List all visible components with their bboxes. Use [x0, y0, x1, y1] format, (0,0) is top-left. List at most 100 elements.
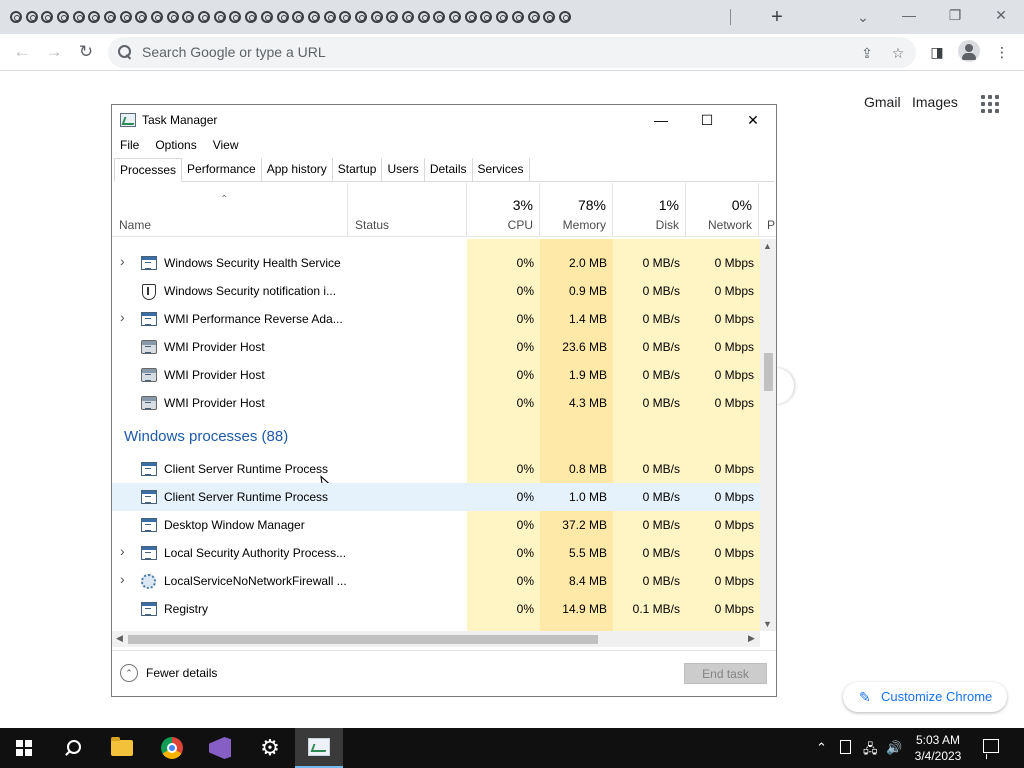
- table-row[interactable]: WMI Provider Host 0% 23.6 MB 0 MB/s 0 Mbps: [112, 333, 760, 361]
- new-tab-button[interactable]: +: [766, 6, 788, 28]
- table-row[interactable]: Registry 0% 14.9 MB 0.1 MB/s 0 Mbps: [112, 595, 760, 623]
- volume-icon[interactable]: 🔊: [886, 740, 902, 756]
- tab-favicon-icon[interactable]: [541, 9, 557, 25]
- table-row[interactable]: Client Server Runtime Process 0% 0.8 MB 0 M…: [112, 455, 760, 483]
- scroll-left-icon[interactable]: ◀: [116, 633, 123, 644]
- tab-favicon-icon[interactable]: [275, 9, 291, 25]
- tab-favicon-icon[interactable]: [8, 9, 24, 25]
- column-name[interactable]: Name: [112, 183, 348, 237]
- tab-favicon-icon[interactable]: [39, 9, 55, 25]
- omnibox-input[interactable]: [142, 44, 842, 60]
- tab-favicon-icon[interactable]: [228, 9, 244, 25]
- tab-favicon-icon[interactable]: [416, 9, 432, 25]
- table-row[interactable]: › Windows Security Health Service 0% 2.0 MB…: [112, 249, 760, 277]
- horizontal-scrollbar[interactable]: ◀ ▶: [112, 631, 760, 647]
- table-row[interactable]: › LocalServiceNoNetworkFirewall ... 0% 8.4 …: [112, 567, 760, 595]
- process-group-header[interactable]: Windows processes (88): [112, 417, 760, 455]
- chevron-up-circle-icon[interactable]: ⌃: [120, 664, 138, 682]
- tm-minimize-button[interactable]: —: [639, 109, 683, 131]
- table-row[interactable]: WMI Provider Host 0% 1.9 MB 0 MB/s 0 Mbps: [112, 361, 760, 389]
- scroll-right-icon[interactable]: ▶: [748, 633, 755, 644]
- taskbar-clock[interactable]: 5:03 AM 3/4/2023: [905, 732, 971, 764]
- tab-app-history[interactable]: App history: [262, 158, 333, 181]
- restore-button[interactable]: ❐: [941, 4, 969, 26]
- fewer-details-link[interactable]: Fewer details: [146, 666, 217, 680]
- tab-processes[interactable]: Processes: [114, 158, 183, 182]
- tab-favicon-icon[interactable]: [55, 9, 71, 25]
- tab-favicon-icon[interactable]: [196, 9, 212, 25]
- forward-icon[interactable]: →: [42, 40, 66, 64]
- tab-favicon-icon[interactable]: [494, 9, 510, 25]
- tab-favicon-icon[interactable]: [290, 9, 306, 25]
- tab-search-icon[interactable]: ⌄: [852, 6, 874, 28]
- table-row[interactable]: Windows Security notification i... 0% 0.9 …: [112, 277, 760, 305]
- tab-favicon-icon[interactable]: [322, 9, 338, 25]
- tab-favicon-icon[interactable]: [118, 9, 134, 25]
- profile-icon[interactable]: [958, 40, 980, 62]
- network-icon[interactable]: 🖧: [863, 740, 878, 762]
- table-row[interactable]: Desktop Window Manager 0% 37.2 MB 0 MB/s 0 M…: [112, 511, 760, 539]
- omnibox[interactable]: ⇪ ☆: [108, 37, 916, 68]
- scroll-up-icon[interactable]: ▲: [763, 241, 772, 251]
- tab-favicon-icon[interactable]: [259, 9, 275, 25]
- tablet-icon[interactable]: [840, 740, 851, 754]
- search-icon[interactable]: [48, 728, 96, 768]
- tab-favicon-icon[interactable]: [526, 9, 542, 25]
- table-row[interactable]: WMI Provider Host 0% 4.3 MB 0 MB/s 0 Mbps: [112, 389, 760, 417]
- reload-icon[interactable]: ↻: [74, 40, 98, 64]
- tab-services[interactable]: Services: [473, 158, 530, 181]
- images-link[interactable]: Images: [912, 94, 958, 110]
- tab-favicon-icon[interactable]: [165, 9, 181, 25]
- column-cpu[interactable]: 3% CPU: [467, 183, 540, 237]
- tab-favicon-icon[interactable]: [134, 9, 150, 25]
- tab-favicon-icon[interactable]: [181, 9, 197, 25]
- horizontal-scroll-thumb[interactable]: [128, 635, 598, 644]
- tab-favicon-icon[interactable]: [337, 9, 353, 25]
- vertical-scroll-thumb[interactable]: [764, 353, 773, 391]
- gmail-link[interactable]: Gmail: [864, 94, 901, 110]
- tab-favicon-icon[interactable]: [557, 9, 573, 25]
- tab-favicon-icon[interactable]: [86, 9, 102, 25]
- tab-favicon-icon[interactable]: [447, 9, 463, 25]
- menu-kebab-icon[interactable]: ⋮: [992, 42, 1012, 62]
- task-manager-icon[interactable]: [295, 728, 343, 768]
- share-icon[interactable]: ⇪: [858, 44, 876, 62]
- tab-favicon-icon[interactable]: [212, 9, 228, 25]
- chevron-up-icon[interactable]: ⌃: [816, 740, 827, 756]
- column-network[interactable]: 0% Network: [686, 183, 759, 237]
- tm-close-button[interactable]: ✕: [731, 109, 775, 131]
- end-task-button[interactable]: End task: [684, 663, 767, 684]
- menu-view[interactable]: View: [205, 135, 247, 155]
- tm-maximize-button[interactable]: ☐: [685, 109, 729, 131]
- column-status[interactable]: Status: [348, 183, 467, 237]
- file-explorer-icon[interactable]: [98, 728, 146, 768]
- column-power[interactable]: P: [759, 183, 776, 237]
- expand-chevron-icon[interactable]: ›: [120, 543, 125, 559]
- tab-favicon-icon[interactable]: [369, 9, 385, 25]
- expand-chevron-icon[interactable]: ›: [120, 309, 125, 325]
- scroll-down-icon[interactable]: ▼: [763, 619, 772, 629]
- table-row[interactable]: › WMI Performance Reverse Ada... 0% 1.4 MB 0…: [112, 305, 760, 333]
- vertical-scrollbar[interactable]: ▲ ▼: [760, 239, 776, 631]
- tab-favicon-icon[interactable]: [71, 9, 87, 25]
- tab-startup[interactable]: Startup: [333, 158, 383, 181]
- tab-details[interactable]: Details: [425, 158, 473, 181]
- side-panel-icon[interactable]: ◨: [927, 42, 947, 62]
- start-icon[interactable]: [0, 728, 48, 768]
- tab-favicon-icon[interactable]: [353, 9, 369, 25]
- column-disk[interactable]: 1% Disk: [613, 183, 686, 237]
- menu-file[interactable]: File: [112, 135, 147, 155]
- tab-favicon-icon[interactable]: [510, 9, 526, 25]
- expand-chevron-icon[interactable]: ›: [120, 253, 125, 269]
- back-icon[interactable]: ←: [10, 40, 34, 64]
- google-apps-icon[interactable]: [981, 95, 999, 113]
- expand-chevron-icon[interactable]: ›: [120, 571, 125, 587]
- tab-favicon-icon[interactable]: [463, 9, 479, 25]
- tab-performance[interactable]: Performance: [182, 158, 262, 181]
- bookmark-star-icon[interactable]: ☆: [889, 44, 907, 62]
- visual-studio-icon[interactable]: [196, 728, 244, 768]
- tab-favicon-icon[interactable]: [306, 9, 322, 25]
- tab-favicon-icon[interactable]: [385, 9, 401, 25]
- chrome-icon[interactable]: [148, 728, 196, 768]
- tab-favicon-icon[interactable]: [400, 9, 416, 25]
